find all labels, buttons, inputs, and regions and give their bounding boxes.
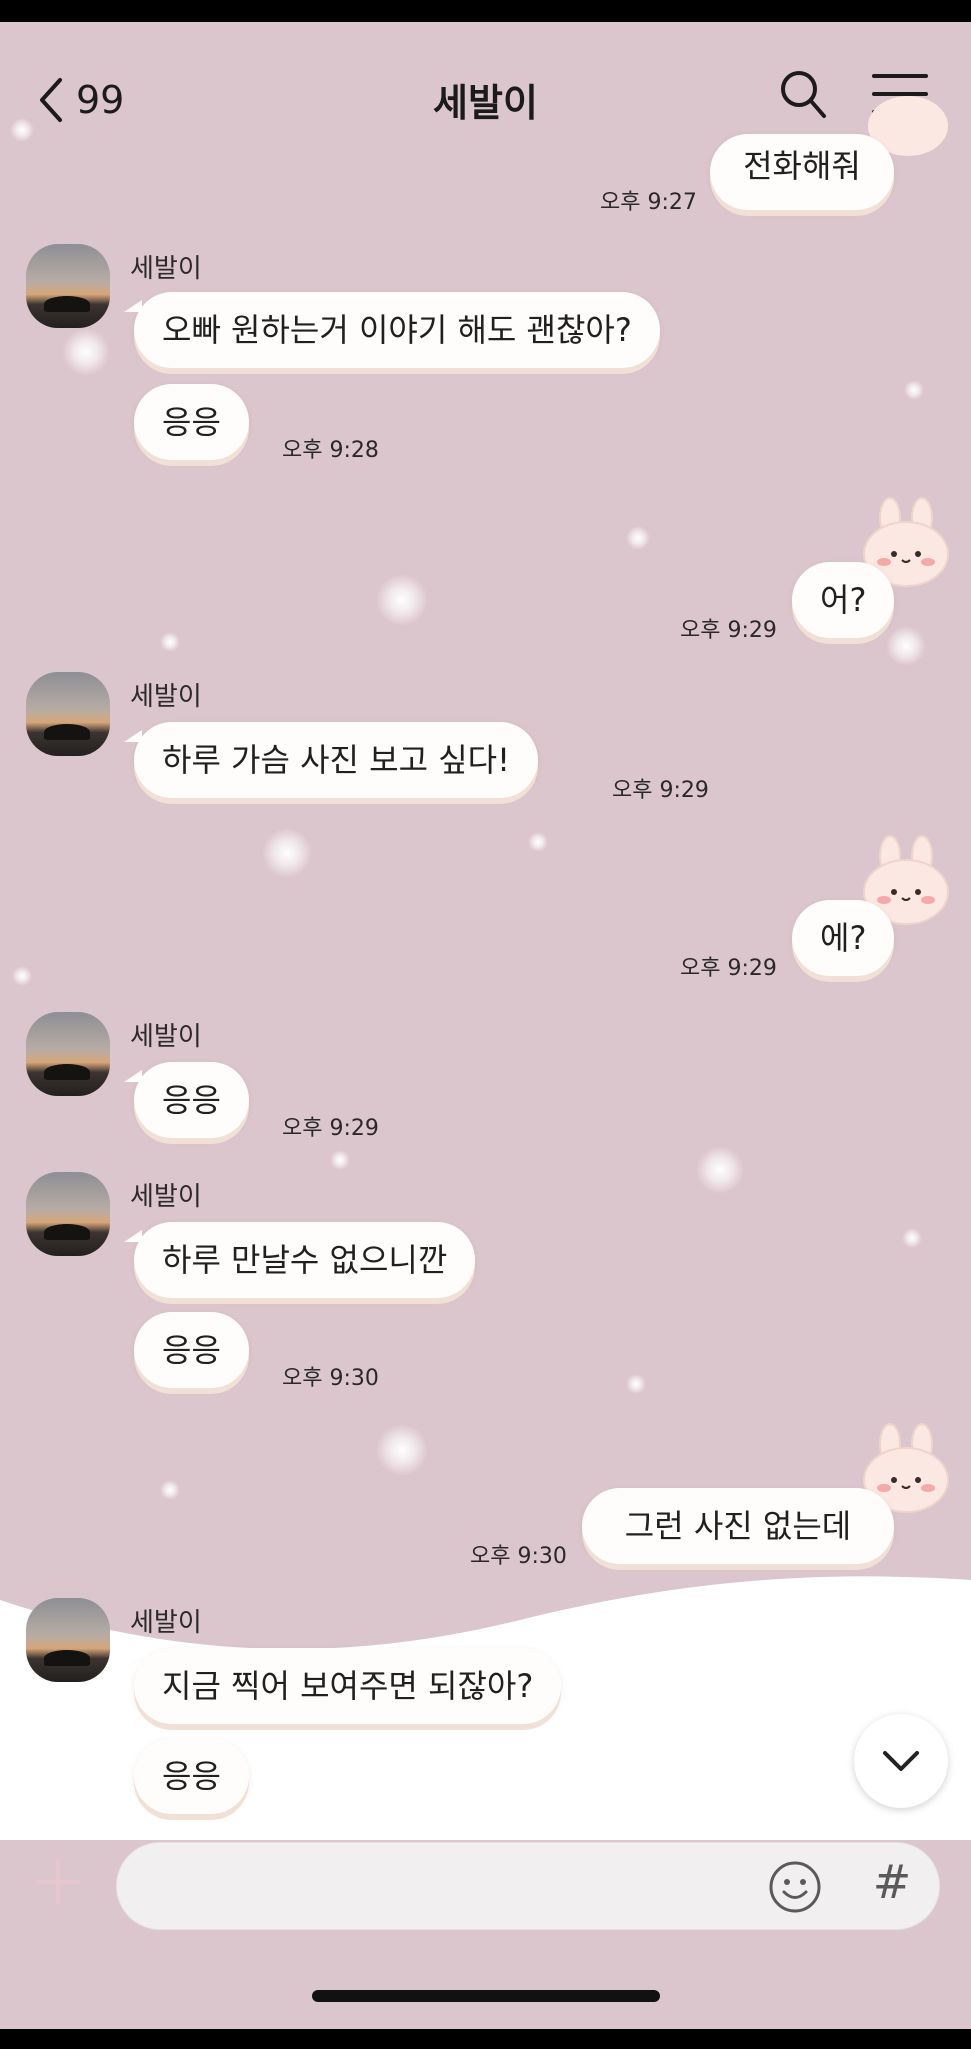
plus-icon[interactable] xyxy=(34,1858,82,1906)
message-text: 하루 만날수 없으니깐 xyxy=(162,1241,448,1279)
sparkle-decoration xyxy=(626,526,650,550)
message-text: 지금 찍어 보여주면 되잖아? xyxy=(162,1667,534,1705)
message-time: 오후 9:29 xyxy=(680,956,777,981)
sparkle-decoration xyxy=(376,1424,428,1476)
message-bubble-received[interactable]: 지금 찍어 보여주면 되잖아? xyxy=(123,1648,562,1724)
message-text: 응응 xyxy=(162,1331,221,1369)
sparkle-decoration xyxy=(262,828,312,878)
sender-name: 세발이 xyxy=(130,682,202,712)
chevron-down-icon xyxy=(883,1751,919,1771)
smiley-icon[interactable] xyxy=(767,1859,823,1915)
sender-name: 세발이 xyxy=(130,1022,202,1052)
message-bubble-received[interactable]: 응응 xyxy=(134,1312,249,1388)
avatar[interactable] xyxy=(26,1172,110,1256)
message-time: 오후 9:30 xyxy=(470,1544,567,1569)
message-text: 그런 사진 없는데 xyxy=(624,1507,852,1545)
message-bubble-received[interactable]: 응응 xyxy=(124,1062,249,1138)
sparkle-decoration xyxy=(330,1150,350,1170)
message-text: 하루 가슴 사진 보고 싶다! xyxy=(162,741,510,779)
sender-name: 세발이 xyxy=(130,1182,202,1212)
message-bubble-sent[interactable]: 에? xyxy=(792,900,894,976)
sparkle-decoration xyxy=(528,832,548,852)
sender-name: 세발이 xyxy=(130,254,202,284)
message-composer: # xyxy=(0,1826,971,1936)
message-bubble-received[interactable]: 하루 가슴 사진 보고 싶다! xyxy=(124,722,538,798)
message-time: 오후 9:28 xyxy=(282,438,379,463)
sparkle-decoration xyxy=(886,626,926,666)
message-bubble-received[interactable]: 하루 만날수 없으니깐 xyxy=(123,1222,476,1298)
message-input-container: # xyxy=(116,1842,940,1930)
avatar[interactable] xyxy=(26,1598,110,1682)
message-time: 오후 9:29 xyxy=(282,1116,379,1141)
message-text: 응응 xyxy=(162,1757,221,1795)
message-text: 응응 xyxy=(162,403,221,441)
message-bubble-received[interactable]: 오빠 원하는거 이야기 해도 괜찮아? xyxy=(124,292,660,368)
sparkle-decoration xyxy=(160,1480,180,1500)
message-text: 어? xyxy=(820,581,867,619)
bottom-bar xyxy=(0,2029,971,2049)
message-time: 오후 9:27 xyxy=(600,190,697,215)
sparkle-decoration xyxy=(902,1228,922,1248)
sparkle-decoration xyxy=(62,328,110,376)
home-indicator[interactable] xyxy=(312,1990,660,2002)
scroll-to-bottom-button[interactable] xyxy=(854,1714,948,1808)
message-text: 에? xyxy=(820,919,867,957)
message-text: 응응 xyxy=(162,1081,221,1119)
sparkle-decoration xyxy=(626,1374,646,1394)
message-bubble-sent[interactable]: 전화해줘 xyxy=(710,134,894,210)
message-text: 전화해줘 xyxy=(743,147,861,185)
sparkle-decoration xyxy=(376,574,428,626)
chat-header: 99 세발이 xyxy=(0,22,971,152)
sparkle-decoration xyxy=(160,632,180,652)
message-time: 오후 9:29 xyxy=(680,618,777,643)
message-bubble-sent[interactable]: 그런 사진 없는데 xyxy=(582,1488,894,1564)
sender-name: 세발이 xyxy=(130,1608,202,1638)
status-bar xyxy=(0,0,971,22)
message-text: 오빠 원하는거 이야기 해도 괜찮아? xyxy=(162,311,632,349)
message-bubble-sent[interactable]: 어? xyxy=(792,562,894,638)
message-time: 오후 9:29 xyxy=(612,778,709,803)
sparkle-decoration xyxy=(904,380,924,400)
avatar[interactable] xyxy=(26,672,110,756)
message-bubble-received[interactable]: 응응 xyxy=(134,384,249,460)
hashtag-button[interactable]: # xyxy=(867,1855,917,1909)
sparkle-decoration xyxy=(696,1146,744,1194)
message-input[interactable] xyxy=(145,1843,765,1929)
avatar[interactable] xyxy=(26,244,110,328)
message-time: 오후 9:30 xyxy=(282,1366,379,1391)
sparkle-decoration xyxy=(12,966,32,986)
search-icon[interactable] xyxy=(778,68,828,122)
message-bubble-received[interactable]: 응응 xyxy=(134,1738,249,1814)
avatar[interactable] xyxy=(26,1012,110,1096)
